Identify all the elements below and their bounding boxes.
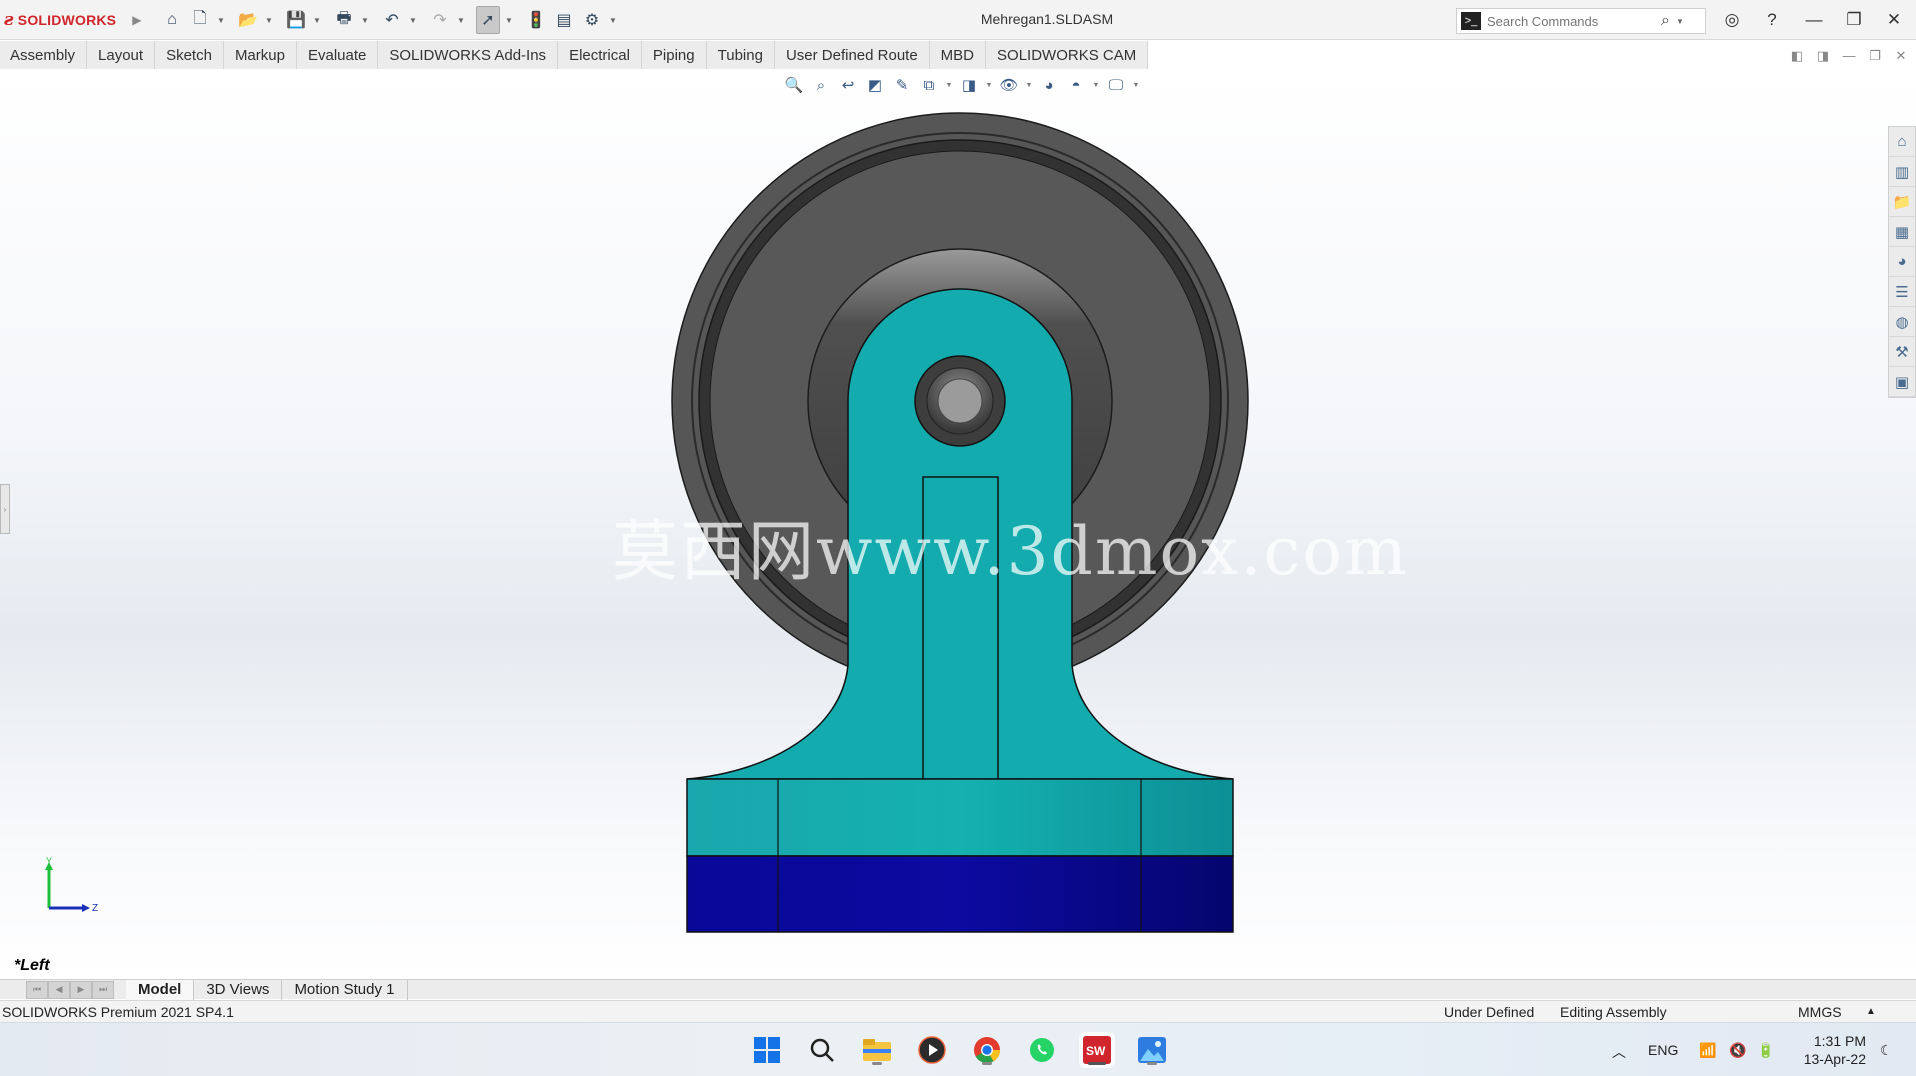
file-explorer-icon[interactable] bbox=[859, 1032, 895, 1068]
svg-text:SW: SW bbox=[1086, 1044, 1106, 1058]
notifications-icon[interactable]: ☾ bbox=[1880, 1042, 1893, 1059]
reference-triad[interactable]: Y Z bbox=[38, 856, 108, 916]
whatsapp-icon[interactable] bbox=[1024, 1032, 1060, 1068]
wifi-icon[interactable]: 📶 bbox=[1699, 1042, 1716, 1059]
product-version: SOLIDWORKS Premium 2021 SP4.1 bbox=[2, 1004, 234, 1020]
watermark-text: 莫西网www.3dmox.com bbox=[612, 513, 1409, 590]
definition-state: Under Defined bbox=[1444, 1004, 1535, 1020]
clock-time: 1:31 PM bbox=[1813, 1033, 1866, 1049]
editing-mode: Editing Assembly bbox=[1560, 1004, 1667, 1020]
windows-taskbar: SW ︿ ENG 📶 🔇 🔋 1:31 PM 13-Apr-22 ☾ bbox=[0, 1022, 1916, 1076]
speaker-muted-icon[interactable]: 🔇 bbox=[1729, 1042, 1746, 1059]
chrome-icon[interactable] bbox=[969, 1032, 1005, 1068]
show-hidden-icons-icon[interactable]: ︿ bbox=[1612, 1042, 1626, 1062]
prev-tab-icon[interactable]: ◀ bbox=[48, 980, 70, 999]
language-indicator[interactable]: ENG bbox=[1648, 1042, 1678, 1058]
unit-system-dropdown-icon[interactable]: ▲ bbox=[1866, 1006, 1876, 1017]
tab-model[interactable]: Model bbox=[126, 979, 195, 1000]
last-tab-icon[interactable]: ⏭ bbox=[92, 980, 114, 999]
media-player-icon[interactable] bbox=[914, 1032, 950, 1068]
search-icon[interactable] bbox=[804, 1032, 840, 1068]
first-tab-icon[interactable]: ⏮ bbox=[26, 980, 48, 999]
triad-y-label: Y bbox=[46, 856, 52, 866]
status-bar: SOLIDWORKS Premium 2021 SP4.1 Under Defi… bbox=[0, 1000, 1916, 1022]
battery-icon[interactable]: 🔋 bbox=[1757, 1042, 1774, 1059]
base-plate[interactable] bbox=[686, 778, 1234, 933]
view-orientation-label: *Left bbox=[14, 957, 50, 974]
tab-motion-study-1[interactable]: Motion Study 1 bbox=[282, 979, 408, 1000]
photos-icon[interactable] bbox=[1134, 1032, 1170, 1068]
unit-system[interactable]: MMGS bbox=[1798, 1004, 1842, 1020]
clock-date: 13-Apr-22 bbox=[1803, 1051, 1866, 1067]
tab-3d-views[interactable]: 3D Views bbox=[194, 979, 283, 1000]
system-clock[interactable]: 1:31 PM 13-Apr-22 bbox=[1796, 1032, 1866, 1068]
tab-navigation: ⏮ ◀ ▶ ⏭ bbox=[26, 980, 114, 999]
windows-start-icon[interactable] bbox=[749, 1032, 785, 1068]
next-tab-icon[interactable]: ▶ bbox=[70, 980, 92, 999]
triad-z-label: Z bbox=[92, 903, 98, 914]
solidworks-taskbar-icon[interactable]: SW bbox=[1079, 1032, 1115, 1068]
bottom-tabs-bar: ⏮ ◀ ▶ ⏭ Model 3D Views Motion Study 1 bbox=[0, 979, 1916, 1000]
